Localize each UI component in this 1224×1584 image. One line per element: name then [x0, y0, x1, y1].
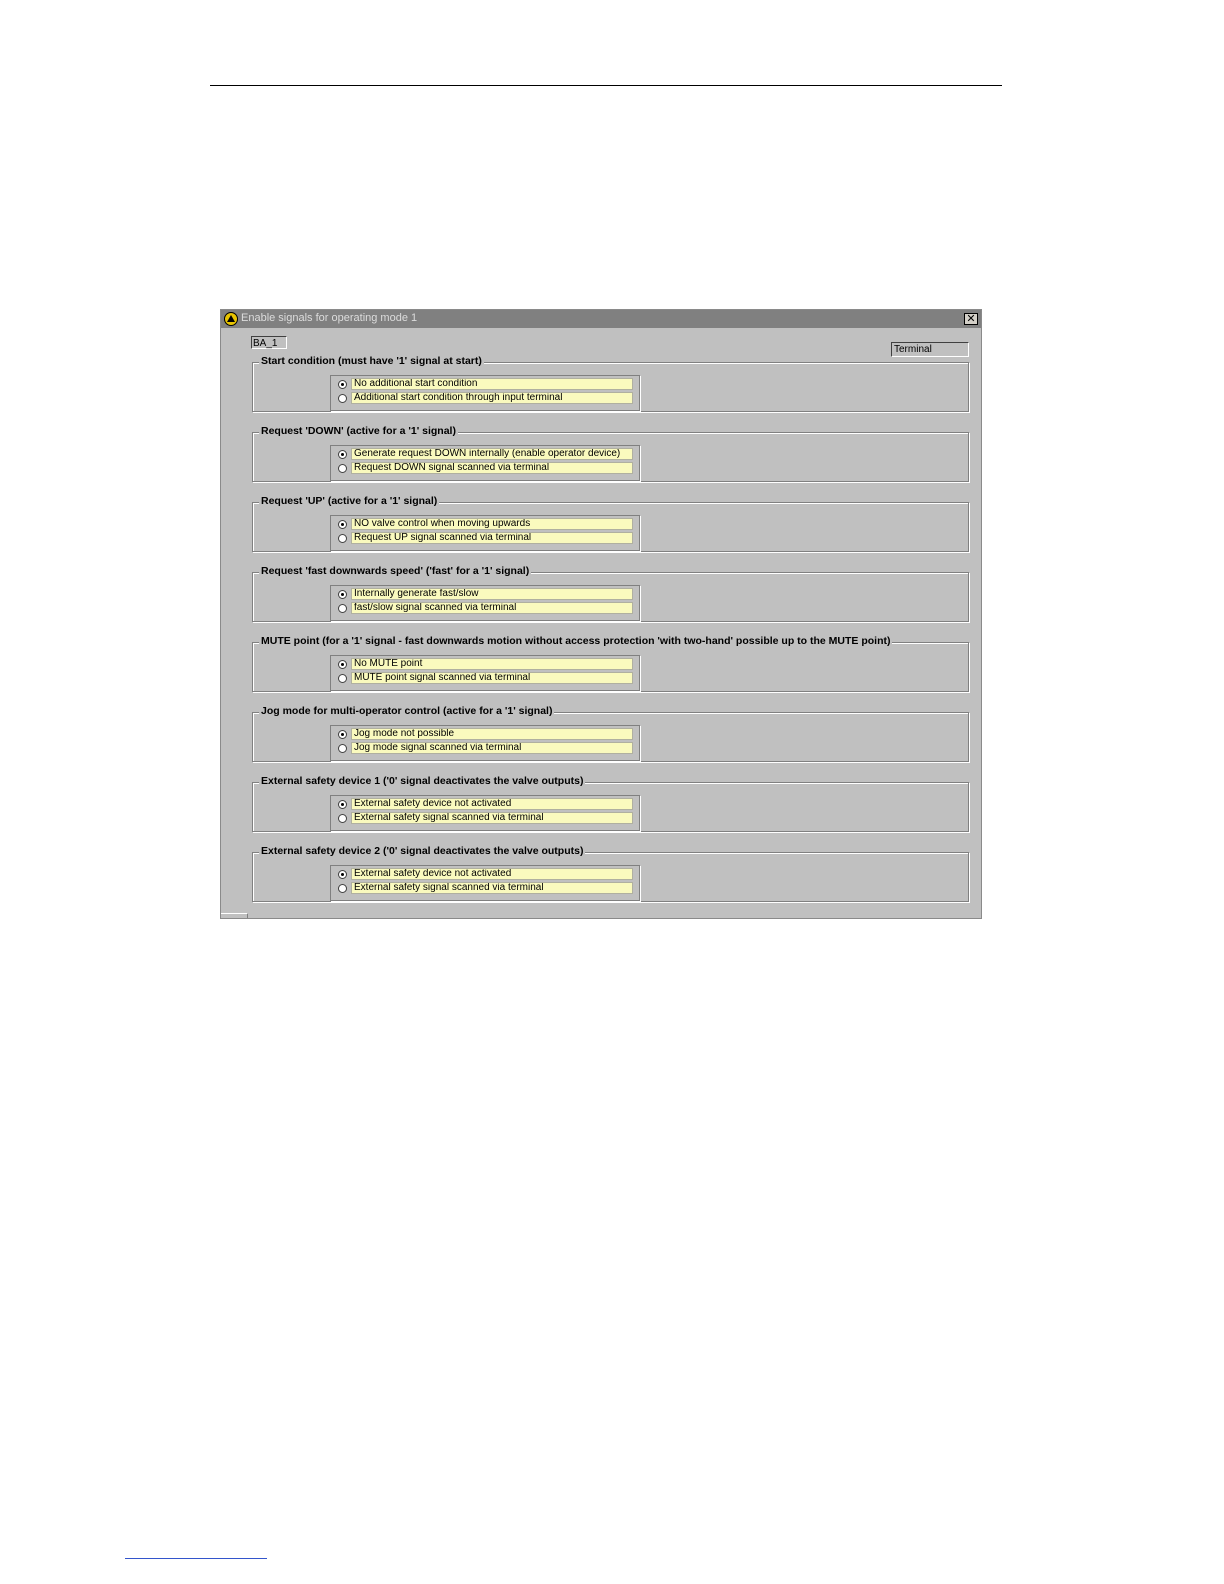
- option-label[interactable]: Jog mode signal scanned via terminal: [351, 742, 633, 754]
- option-1[interactable]: NO valve control when moving upwards: [331, 518, 639, 532]
- group-title: MUTE point (for a '1' signal - fast down…: [259, 635, 893, 647]
- option-2[interactable]: fast/slow signal scanned via terminal: [331, 602, 639, 616]
- option-2[interactable]: MUTE point signal scanned via terminal: [331, 672, 639, 686]
- status-tab: [221, 913, 248, 918]
- group-start-condition: Start condition (must have '1' signal at…: [252, 355, 969, 412]
- terminal-field: Terminal: [891, 342, 969, 357]
- group-title: Request 'fast downwards speed' ('fast' f…: [259, 565, 532, 577]
- group-title: External safety device 2 ('0' signal dea…: [259, 845, 586, 857]
- group-title: Jog mode for multi-operator control (act…: [259, 705, 555, 717]
- radio-button[interactable]: [338, 884, 347, 893]
- group-title: Start condition (must have '1' signal at…: [259, 355, 484, 367]
- group-request-up: Request 'UP' (active for a '1' signal) N…: [252, 495, 969, 552]
- option-1[interactable]: External safety device not activated: [331, 798, 639, 812]
- radio-button-selected[interactable]: [338, 870, 347, 879]
- option-label[interactable]: External safety signal scanned via termi…: [351, 882, 633, 894]
- option-label[interactable]: No MUTE point: [351, 658, 633, 670]
- option-1[interactable]: External safety device not activated: [331, 868, 639, 882]
- option-label[interactable]: Jog mode not possible: [351, 728, 633, 740]
- radio-button[interactable]: [338, 534, 347, 543]
- group-title: External safety device 1 ('0' signal dea…: [259, 775, 586, 787]
- radio-group: External safety device not activated Ext…: [330, 865, 640, 901]
- group-external-safety-1: External safety device 1 ('0' signal dea…: [252, 775, 969, 832]
- group-title: Request 'DOWN' (active for a '1' signal): [259, 425, 458, 437]
- radio-button[interactable]: [338, 604, 347, 613]
- radio-button-selected[interactable]: [338, 800, 347, 809]
- radio-group: NO valve control when moving upwards Req…: [330, 515, 640, 551]
- page-header-rule: [210, 85, 1002, 86]
- enable-signals-dialog: Enable signals for operating mode 1 ✕ BA…: [220, 309, 982, 919]
- radio-button-selected[interactable]: [338, 730, 347, 739]
- radio-group: External safety device not activated Ext…: [330, 795, 640, 831]
- radio-button[interactable]: [338, 464, 347, 473]
- radio-button-selected[interactable]: [338, 660, 347, 669]
- option-label[interactable]: NO valve control when moving upwards: [351, 518, 633, 530]
- option-label[interactable]: External safety signal scanned via termi…: [351, 812, 633, 824]
- close-button[interactable]: ✕: [964, 313, 978, 325]
- window-title: Enable signals for operating mode 1: [241, 312, 418, 324]
- option-label[interactable]: Generate request DOWN internally (enable…: [351, 448, 633, 460]
- radio-group: Internally generate fast/slow fast/slow …: [330, 585, 640, 621]
- footnote-rule: [125, 1558, 267, 1559]
- radio-button-selected[interactable]: [338, 520, 347, 529]
- option-2[interactable]: External safety signal scanned via termi…: [331, 882, 639, 896]
- option-1[interactable]: No additional start condition: [331, 378, 639, 392]
- radio-button[interactable]: [338, 394, 347, 403]
- option-1[interactable]: Generate request DOWN internally (enable…: [331, 448, 639, 462]
- option-1[interactable]: Internally generate fast/slow: [331, 588, 639, 602]
- option-1[interactable]: No MUTE point: [331, 658, 639, 672]
- app-bell-icon: [224, 312, 238, 326]
- option-label[interactable]: MUTE point signal scanned via terminal: [351, 672, 633, 684]
- radio-button-selected[interactable]: [338, 380, 347, 389]
- group-title: Request 'UP' (active for a '1' signal): [259, 495, 440, 507]
- radio-button-selected[interactable]: [338, 450, 347, 459]
- option-label[interactable]: No additional start condition: [351, 378, 633, 390]
- group-fast-downwards-speed: Request 'fast downwards speed' ('fast' f…: [252, 565, 969, 622]
- option-2[interactable]: Request UP signal scanned via terminal: [331, 532, 639, 546]
- option-label[interactable]: Internally generate fast/slow: [351, 588, 633, 600]
- option-2[interactable]: Jog mode signal scanned via terminal: [331, 742, 639, 756]
- radio-button[interactable]: [338, 744, 347, 753]
- option-2[interactable]: External safety signal scanned via termi…: [331, 812, 639, 826]
- option-label[interactable]: fast/slow signal scanned via terminal: [351, 602, 633, 614]
- radio-button-selected[interactable]: [338, 590, 347, 599]
- radio-button[interactable]: [338, 674, 347, 683]
- option-2[interactable]: Additional start condition through input…: [331, 392, 639, 406]
- radio-group: No MUTE point MUTE point signal scanned …: [330, 655, 640, 691]
- option-label[interactable]: Request DOWN signal scanned via terminal: [351, 462, 633, 474]
- option-label[interactable]: External safety device not activated: [351, 868, 633, 880]
- group-mute-point: MUTE point (for a '1' signal - fast down…: [252, 635, 969, 692]
- radio-group: Generate request DOWN internally (enable…: [330, 445, 640, 481]
- group-request-down: Request 'DOWN' (active for a '1' signal)…: [252, 425, 969, 482]
- group-external-safety-2: External safety device 2 ('0' signal dea…: [252, 845, 969, 902]
- option-label[interactable]: Request UP signal scanned via terminal: [351, 532, 633, 544]
- option-label[interactable]: Additional start condition through input…: [351, 392, 633, 404]
- option-1[interactable]: Jog mode not possible: [331, 728, 639, 742]
- group-jog-mode: Jog mode for multi-operator control (act…: [252, 705, 969, 762]
- radio-button[interactable]: [338, 814, 347, 823]
- radio-group: Jog mode not possible Jog mode signal sc…: [330, 725, 640, 761]
- mode-field: BA_1: [251, 336, 287, 349]
- option-2[interactable]: Request DOWN signal scanned via terminal: [331, 462, 639, 476]
- title-bar[interactable]: Enable signals for operating mode 1 ✕: [221, 310, 981, 328]
- radio-group: No additional start condition Additional…: [330, 375, 640, 411]
- option-label[interactable]: External safety device not activated: [351, 798, 633, 810]
